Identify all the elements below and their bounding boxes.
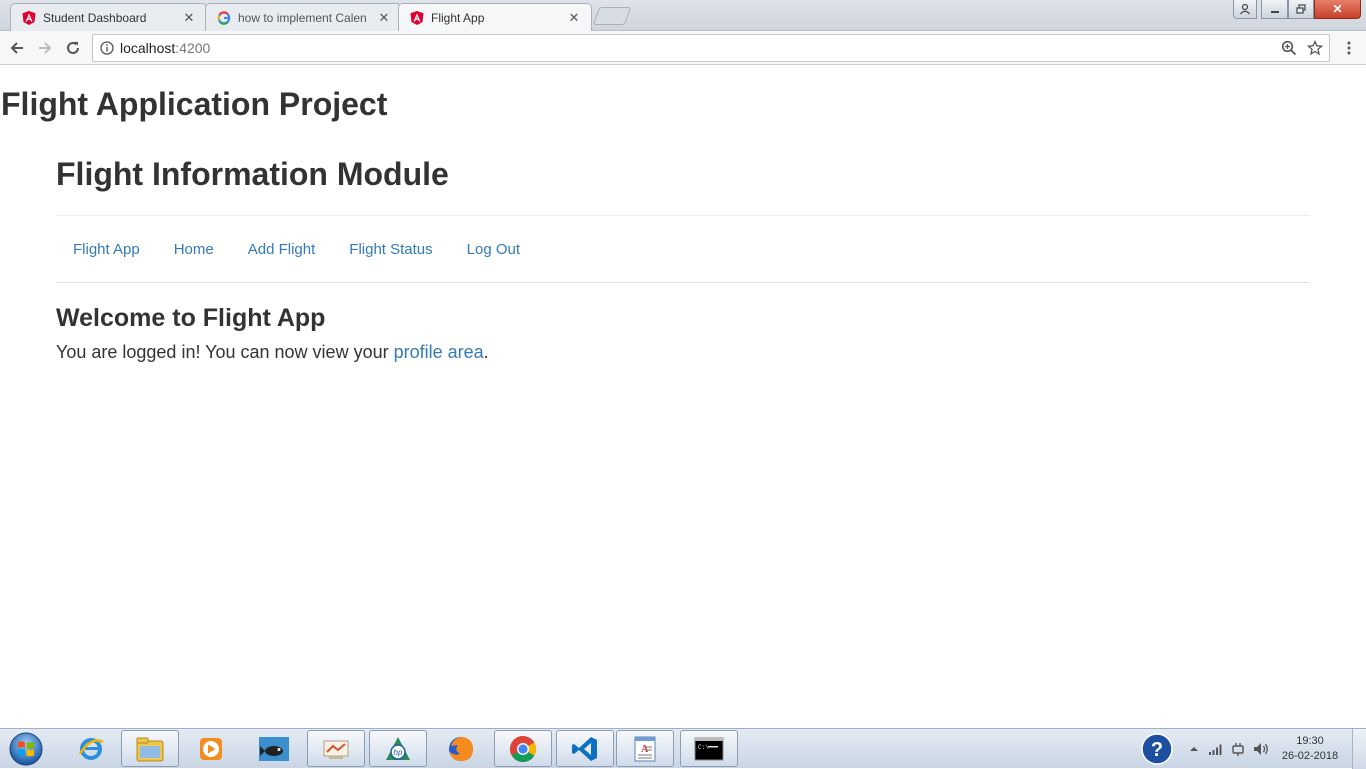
taskbar-presentation[interactable] [307,730,365,767]
browser-tab-flight-app[interactable]: Flight App ✕ [398,3,592,31]
minimize-button[interactable] [1261,0,1288,19]
network-signal-icon[interactable] [1208,742,1224,756]
show-desktop-button[interactable] [1352,729,1366,769]
welcome-heading: Welcome to Flight App [56,304,326,332]
windows-start-icon [9,732,43,766]
user-profile-button[interactable] [1233,0,1257,19]
tab-close-icon[interactable]: ✕ [377,10,391,25]
browser-tab-student-dashboard[interactable]: Student Dashboard ✕ [10,3,207,31]
page-content: Flight Application Project Flight Inform… [0,66,1366,728]
visual-studio-icon [572,736,597,761]
speaker-volume-icon[interactable] [1252,741,1270,757]
nav-link-add-flight[interactable]: Add Flight [231,241,333,258]
internet-explorer-icon [78,737,104,760]
app-title: Flight Application Project [1,86,388,122]
window-close-button[interactable]: ✕ [1314,0,1361,19]
minimize-icon [1270,11,1279,13]
svg-text:?: ? [1151,739,1163,761]
taskbar-chrome[interactable] [494,730,552,767]
url-port: :4200 [175,40,211,56]
taskbar-firefox[interactable] [432,730,490,767]
tab-close-icon[interactable]: ✕ [567,10,581,25]
close-icon: ✕ [1332,2,1343,16]
taskbar-internet-explorer[interactable] [62,730,120,767]
url-text: localhost:4200 [120,40,210,56]
command-prompt-icon: C:\ [694,737,724,760]
nav-link-flight-status[interactable]: Flight Status [332,241,449,258]
taskbar-photo-viewer[interactable] [245,730,303,767]
profile-area-link[interactable]: profile area [394,342,484,362]
restore-icon [1296,4,1306,14]
google-icon [216,10,232,26]
angular-icon [21,10,37,26]
help-icon[interactable]: ? [1140,732,1174,766]
tab-title: Student Dashboard [43,10,147,25]
arrow-right-icon [39,42,52,54]
reload-icon [67,41,79,54]
browser-tab-google-search[interactable]: how to implement Calen ✕ [205,3,402,31]
wordpad-icon: A [634,736,656,761]
message-text: You are logged in! You can now view your [56,342,394,362]
back-button[interactable] [6,37,28,59]
restore-button[interactable] [1288,0,1314,19]
tab-title: how to implement Calen [238,10,367,25]
svg-text:hp: hp [394,748,403,757]
nav-link-flight-app[interactable]: Flight App [56,241,157,258]
kebab-menu-icon [1347,41,1351,55]
zoom-icon[interactable] [1281,40,1297,56]
chrome-icon [509,735,537,762]
firefox-icon [449,736,473,761]
photo-viewer-icon [259,736,289,761]
svg-text:C:\: C:\ [698,744,709,751]
logged-in-message: You are logged in! You can now view your… [56,342,1310,363]
media-player-icon [200,737,222,760]
taskbar-command-prompt[interactable]: C:\ [680,730,738,767]
browser-toolbar: localhost:4200 [0,31,1366,65]
menu-button[interactable] [1338,37,1360,59]
taskbar-media-player[interactable] [182,730,240,767]
clock-time: 19:30 [1296,735,1324,747]
message-suffix: . [483,342,489,362]
clock[interactable]: 19:30 26-02-2018 [1274,734,1346,764]
nav-link-home[interactable]: Home [157,241,231,258]
new-tab-button[interactable] [592,7,632,25]
power-plug-icon[interactable] [1230,741,1246,757]
tab-close-icon[interactable]: ✕ [182,10,196,25]
main-container: Flight Information Module Flight App Hom… [56,152,1310,363]
clock-date: 26-02-2018 [1281,750,1339,762]
url-host: localhost [120,40,176,56]
tab-strip: Student Dashboard ✕ how to implement Cal… [0,0,1366,31]
taskbar-windows-explorer[interactable] [121,730,179,767]
module-title: Flight Information Module [56,156,449,192]
tray-expand-icon[interactable] [1188,743,1200,755]
presentation-icon [323,740,349,759]
taskbar-hp-app[interactable]: hp [369,730,427,767]
taskbar-wordpad[interactable]: A [616,730,674,767]
system-tray: ? 19:30 26-02-2018 [1140,729,1366,769]
address-bar[interactable]: localhost:4200 [92,34,1330,62]
hp-icon: hp [386,736,410,760]
windows-explorer-icon [136,737,164,761]
reload-button[interactable] [62,37,84,59]
user-icon [1240,3,1250,15]
arrow-left-icon [10,42,23,54]
angular-icon [409,10,425,26]
info-icon[interactable] [100,41,114,55]
main-nav: Flight App Home Add Flight Flight Status… [56,216,1310,283]
taskbar-visual-studio-code[interactable] [556,730,614,767]
forward-button[interactable] [34,37,56,59]
tab-title: Flight App [431,10,485,25]
start-button[interactable] [6,731,46,767]
nav-link-log-out[interactable]: Log Out [450,241,537,258]
bookmark-star-icon[interactable] [1307,40,1323,56]
windows-taskbar: hp A C:\ ? 19:30 26-02-2018 [0,728,1366,769]
